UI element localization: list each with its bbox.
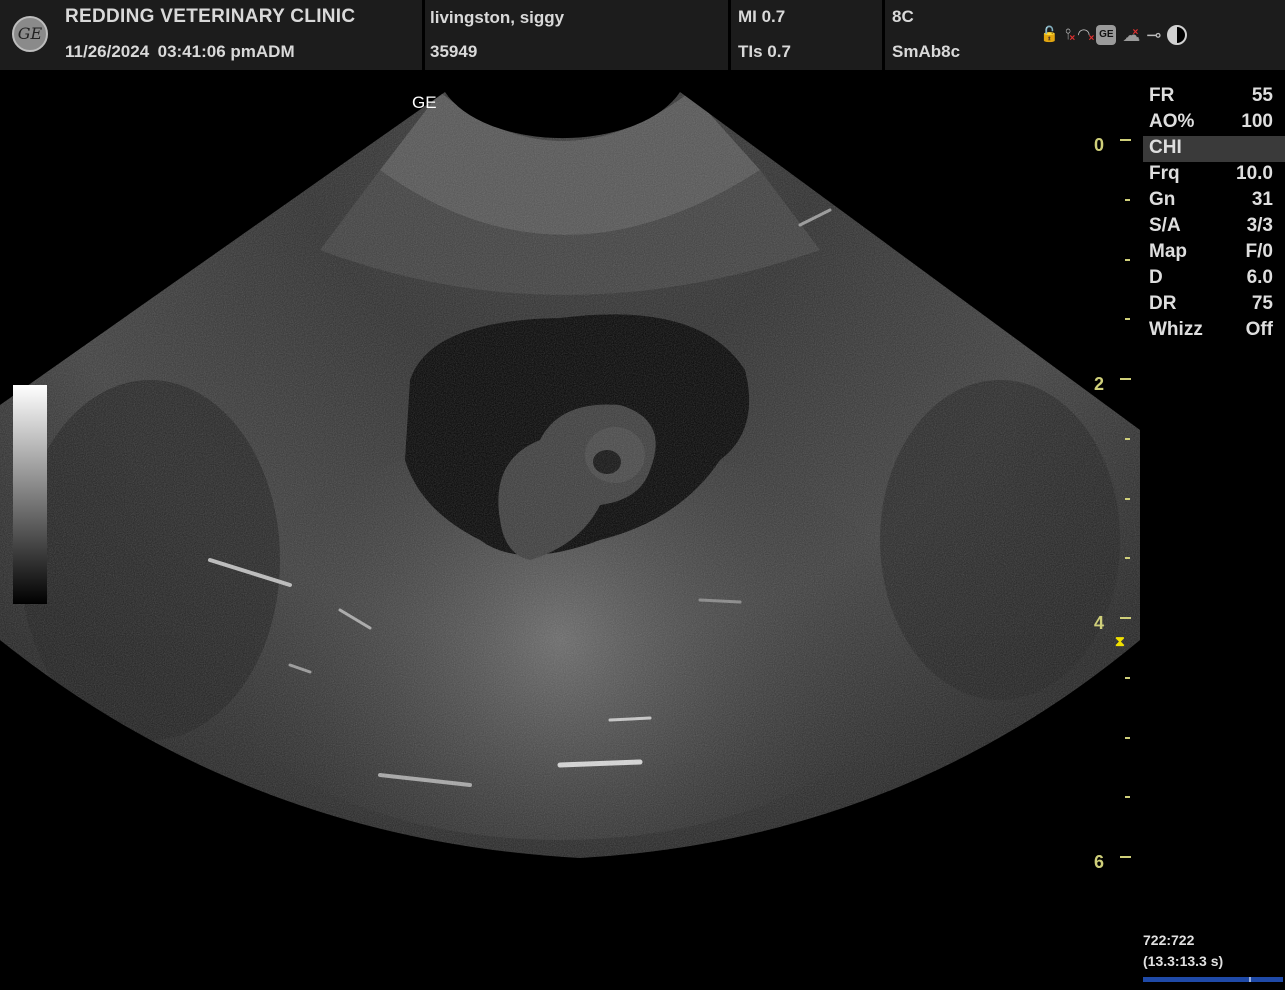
focus-marker-icon[interactable]: ⧗ <box>1115 634 1125 648</box>
param-key: Frq <box>1149 163 1180 184</box>
param-gn: Gn 31 <box>1143 188 1285 214</box>
scan-sector <box>0 92 1140 858</box>
patient-id: 35949 <box>430 42 478 61</box>
param-dr: DR 75 <box>1143 292 1285 318</box>
plug-icon: ⊸ <box>1146 25 1162 45</box>
param-sa: S/A 3/3 <box>1143 214 1285 240</box>
param-frq: Frq 10.0 <box>1143 162 1285 188</box>
depth-minor-tick <box>1125 557 1130 559</box>
depth-minor-tick <box>1125 737 1130 739</box>
ultrasound-image <box>0 92 1140 858</box>
depth-scale: 0 2 4 6 ⧗ <box>1090 70 1140 990</box>
param-value: 10.0 <box>1236 163 1273 184</box>
operator-id: ADM <box>255 42 295 61</box>
ge-logo: GE <box>12 16 48 52</box>
depth-minor-tick <box>1125 677 1130 679</box>
param-key: FR <box>1149 85 1175 106</box>
param-value: 31 <box>1251 189 1273 210</box>
param-key: AO% <box>1149 111 1195 132</box>
depth-minor-tick <box>1125 438 1130 440</box>
exam-time: 03:41:06 pm <box>157 42 256 61</box>
mechanical-index: MI 0.7 <box>738 7 786 26</box>
depth-major-tick <box>1120 378 1131 380</box>
cine-info: 722:722 (13.3:13.3 s) <box>1143 930 1223 972</box>
param-key: S/A <box>1149 215 1181 236</box>
depth-minor-tick <box>1125 199 1130 201</box>
probe-name: 8C <box>892 7 914 26</box>
depth-label-0: 0 <box>1094 135 1105 155</box>
param-value: 6.0 <box>1246 267 1273 288</box>
param-value: 3/3 <box>1246 215 1273 236</box>
cine-frames: 722:722 <box>1143 932 1195 948</box>
depth-minor-tick <box>1125 318 1130 320</box>
exam-date: 11/26/2024 <box>65 42 150 61</box>
param-value: 100 <box>1241 111 1273 132</box>
param-key: CHI <box>1149 137 1182 158</box>
depth-major-tick <box>1120 856 1131 858</box>
status-icons: 🔓 ⫯ × ◠ × GE ☁ × ⊸ <box>1040 22 1188 48</box>
depth-label-6: 6 <box>1094 852 1105 872</box>
patient-name: livingston, siggy <box>430 8 565 27</box>
param-key: Gn <box>1149 189 1176 210</box>
param-key: Map <box>1149 241 1187 262</box>
cloud-icon: ☁ × <box>1122 25 1141 45</box>
param-map: Map F/0 <box>1143 240 1285 266</box>
ge-box-icon: GE <box>1096 25 1117 45</box>
param-key: DR <box>1149 293 1177 314</box>
cine-position-marker[interactable] <box>1249 977 1251 982</box>
lock-icon: 🔓 <box>1040 26 1059 43</box>
contrast-icon <box>1167 25 1188 45</box>
param-value: F/0 <box>1245 241 1273 262</box>
depth-minor-tick <box>1125 259 1130 261</box>
param-chi: CHI <box>1143 136 1285 162</box>
imaging-parameters: FR 55 AO% 100 CHI Frq 10.0 Gn 31 S/A 3/3 Map F… <box>1143 84 1285 344</box>
wifi-icon: ◠ × <box>1077 26 1095 44</box>
grayscale-bar <box>13 385 47 604</box>
param-value: 75 <box>1251 293 1273 314</box>
depth-minor-tick <box>1125 796 1130 798</box>
param-ao: AO% 100 <box>1143 110 1285 136</box>
cine-scrollbar[interactable] <box>1143 977 1283 982</box>
header-bar: GE REDDING VETERINARY CLINIC 11/26/2024 … <box>0 0 1285 70</box>
thermal-index: TIs 0.7 <box>738 42 791 61</box>
param-key: Whizz <box>1149 319 1203 340</box>
depth-major-tick <box>1120 139 1131 141</box>
param-key: D <box>1149 267 1163 288</box>
param-fr: FR 55 <box>1143 84 1285 110</box>
param-depth: D 6.0 <box>1143 266 1285 292</box>
clinic-name: REDDING VETERINARY CLINIC <box>65 6 356 27</box>
orientation-marker: GE <box>412 93 437 112</box>
preset-name: SmAb8c <box>892 42 961 61</box>
depth-label-2: 2 <box>1094 374 1105 394</box>
depth-label-4: 4 <box>1094 613 1105 633</box>
date-time-row: 11/26/2024 03:41:06 pmADM <box>65 42 295 62</box>
depth-minor-tick <box>1125 498 1130 500</box>
depth-major-tick <box>1120 617 1131 619</box>
param-value: 55 <box>1251 85 1273 106</box>
cine-time: (13.3:13.3 s) <box>1143 953 1224 969</box>
usb-icon: ⫯ × <box>1064 26 1076 44</box>
param-whizz: Whizz Off <box>1143 318 1285 344</box>
param-value: Off <box>1245 319 1273 340</box>
